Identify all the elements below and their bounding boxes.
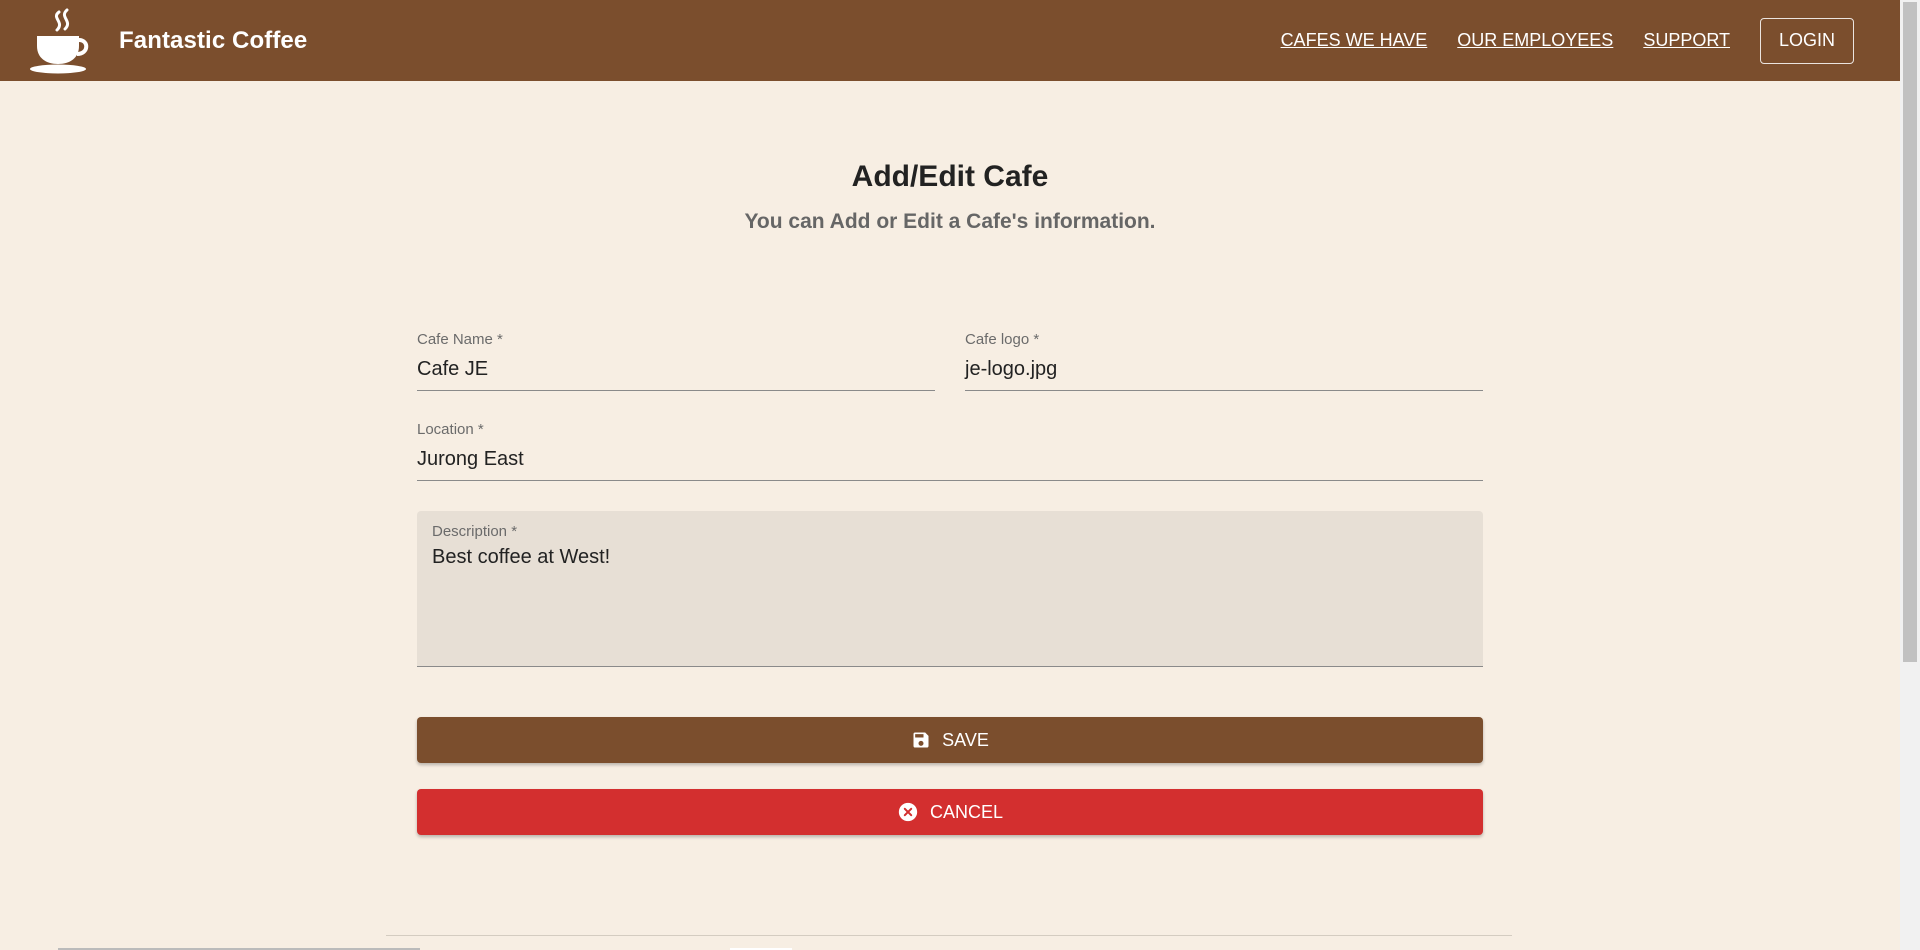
location-field[interactable]: Location * Jurong East	[417, 421, 1483, 481]
floppy-disk-icon	[913, 732, 929, 748]
save-label: SAVE	[942, 729, 989, 750]
location-label: Location *	[417, 421, 484, 438]
cancel-button[interactable]: CANCEL	[417, 789, 1483, 835]
nav-cafes[interactable]: CAFES WE HAVE	[1281, 30, 1428, 51]
description-label: Description *	[432, 523, 518, 540]
nav-employees[interactable]: OUR EMPLOYEES	[1457, 30, 1613, 51]
nav-support[interactable]: SUPPORT	[1643, 30, 1730, 51]
cafe-logo-input[interactable]: je-logo.jpg	[965, 358, 1483, 381]
cancel-circle-icon	[898, 802, 918, 822]
coffee-cup-icon[interactable]	[29, 8, 93, 74]
cancel-label: CANCEL	[929, 801, 1004, 822]
page-title: Add/Edit Cafe	[851, 160, 1049, 193]
cafe-logo-label: Cafe logo *	[965, 331, 1040, 348]
description-textarea[interactable]: Best coffee at West!	[432, 546, 1468, 569]
top-nav: CAFES WE HAVE OUR EMPLOYEES SUPPORT LOGI…	[1251, 17, 1854, 64]
brand-title[interactable]: Fantastic Coffee	[119, 27, 307, 55]
scrollbar-thumb[interactable]	[1903, 2, 1917, 662]
save-button[interactable]: SAVE	[417, 717, 1483, 763]
footer-divider	[386, 935, 1512, 936]
cafe-logo-field[interactable]: Cafe logo * je-logo.jpg	[965, 331, 1483, 391]
login-button[interactable]: LOGIN	[1760, 17, 1854, 64]
vertical-scrollbar[interactable]	[1900, 0, 1920, 950]
app-bar: Fantastic Coffee CAFES WE HAVE OUR EMPLO…	[0, 0, 1900, 81]
page-subtitle: You can Add or Edit a Cafe's information…	[744, 210, 1156, 233]
location-input[interactable]: Jurong East	[417, 448, 1483, 471]
description-field[interactable]: Description * Best coffee at West!	[417, 511, 1483, 667]
cafe-name-field[interactable]: Cafe Name * Cafe JE	[417, 331, 935, 391]
cafe-name-input[interactable]: Cafe JE	[417, 358, 935, 381]
cafe-name-label: Cafe Name *	[417, 331, 503, 348]
